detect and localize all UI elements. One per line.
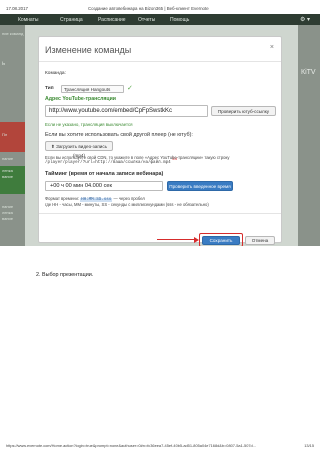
bg-text: вание — [2, 174, 13, 179]
bg-right-text: КіТV — [301, 69, 316, 76]
check-youtube-button[interactable]: Проверить ютуб-ссылку — [211, 106, 276, 116]
background-right: КіТV — [298, 25, 320, 246]
check-icon: ✓ — [127, 85, 133, 92]
format-suffix: — через пробел — [113, 196, 145, 201]
cancel-button[interactable]: Отмена — [245, 236, 275, 245]
footer-page-number: 13/15 — [304, 443, 314, 448]
bg-text: Пл — [2, 132, 8, 137]
youtube-hint: Если не указано, трансляция выключается — [45, 122, 133, 127]
bg-text: ленка — [2, 210, 13, 215]
nav-item-rooms[interactable]: Комнаты — [18, 17, 38, 23]
cdn-note: Если вы используете свой CDN, то укажите… — [45, 155, 230, 160]
nav-item-help[interactable]: Помощь — [170, 17, 189, 23]
background-red-block: Пл — [0, 122, 25, 152]
check-time-button[interactable]: Проверить введенное время — [167, 181, 233, 191]
gear-icon[interactable]: ⚙ ▾ — [300, 16, 310, 23]
bg-text: ь — [2, 61, 6, 67]
divider — [39, 213, 281, 214]
type-label: Тип — [45, 86, 54, 91]
nav-item-schedule[interactable]: Расписание — [98, 17, 126, 23]
header-title: Создание автовебинара на Bizon365 | Веб-… — [88, 6, 209, 11]
upload-video-button[interactable]: ⬆ Загрузить видео-запись (mp4) — [45, 141, 113, 158]
format-prefix: Формат времени: — [45, 196, 79, 201]
top-nav: Комнаты Страница Расписание Отчеты Помощ… — [0, 14, 320, 25]
type-select[interactable]: Трансляция Hangouts — [61, 85, 124, 93]
background-green-block: ленка вание — [0, 166, 25, 194]
bg-text: вание — [2, 216, 13, 221]
timing-label: Тайминг (время от начала записи вебинара… — [45, 171, 164, 177]
bg-text: пание — [2, 204, 14, 209]
bg-text: пание — [2, 156, 14, 161]
time-input[interactable]: +00 ч 00 мин 04.000 сек — [45, 181, 163, 191]
format-description: где HH - часы, MM - минуты, SS - секунды… — [45, 202, 209, 207]
save-button[interactable]: Сохранить — [202, 236, 240, 245]
screenshot: Комнаты Страница Расписание Отчеты Помощ… — [0, 14, 320, 246]
nav-item-reports[interactable]: Отчеты — [138, 17, 155, 23]
bg-text: ленка — [2, 168, 13, 173]
footer-url[interactable]: https://www.evernote.com/Home.action?log… — [6, 443, 276, 448]
nav-item-page[interactable]: Страница — [60, 17, 83, 23]
cdn-example: /player/player/?url=http://ваша/ссылка/н… — [45, 161, 171, 165]
modal-title: Изменение команды — [45, 45, 132, 55]
other-player-label: Если вы хотите использовать свой другой … — [45, 132, 193, 138]
bg-text: ние команд — [2, 31, 24, 36]
youtube-label: Адрес YouTube-трансляции — [45, 96, 116, 102]
youtube-url-input[interactable]: http://www.youtube.com/embed/CpFpSwstkKc — [45, 105, 208, 117]
edit-command-modal: Изменение команды × Команда: Тип Трансля… — [38, 36, 282, 246]
annotation-arrow — [157, 239, 197, 240]
header-date: 17.08.2017 — [6, 6, 28, 11]
command-label: Команда: — [45, 71, 66, 76]
step-text: 2. Выбор презентации. — [36, 272, 94, 278]
close-icon[interactable]: × — [270, 44, 274, 51]
divider — [39, 61, 281, 62]
